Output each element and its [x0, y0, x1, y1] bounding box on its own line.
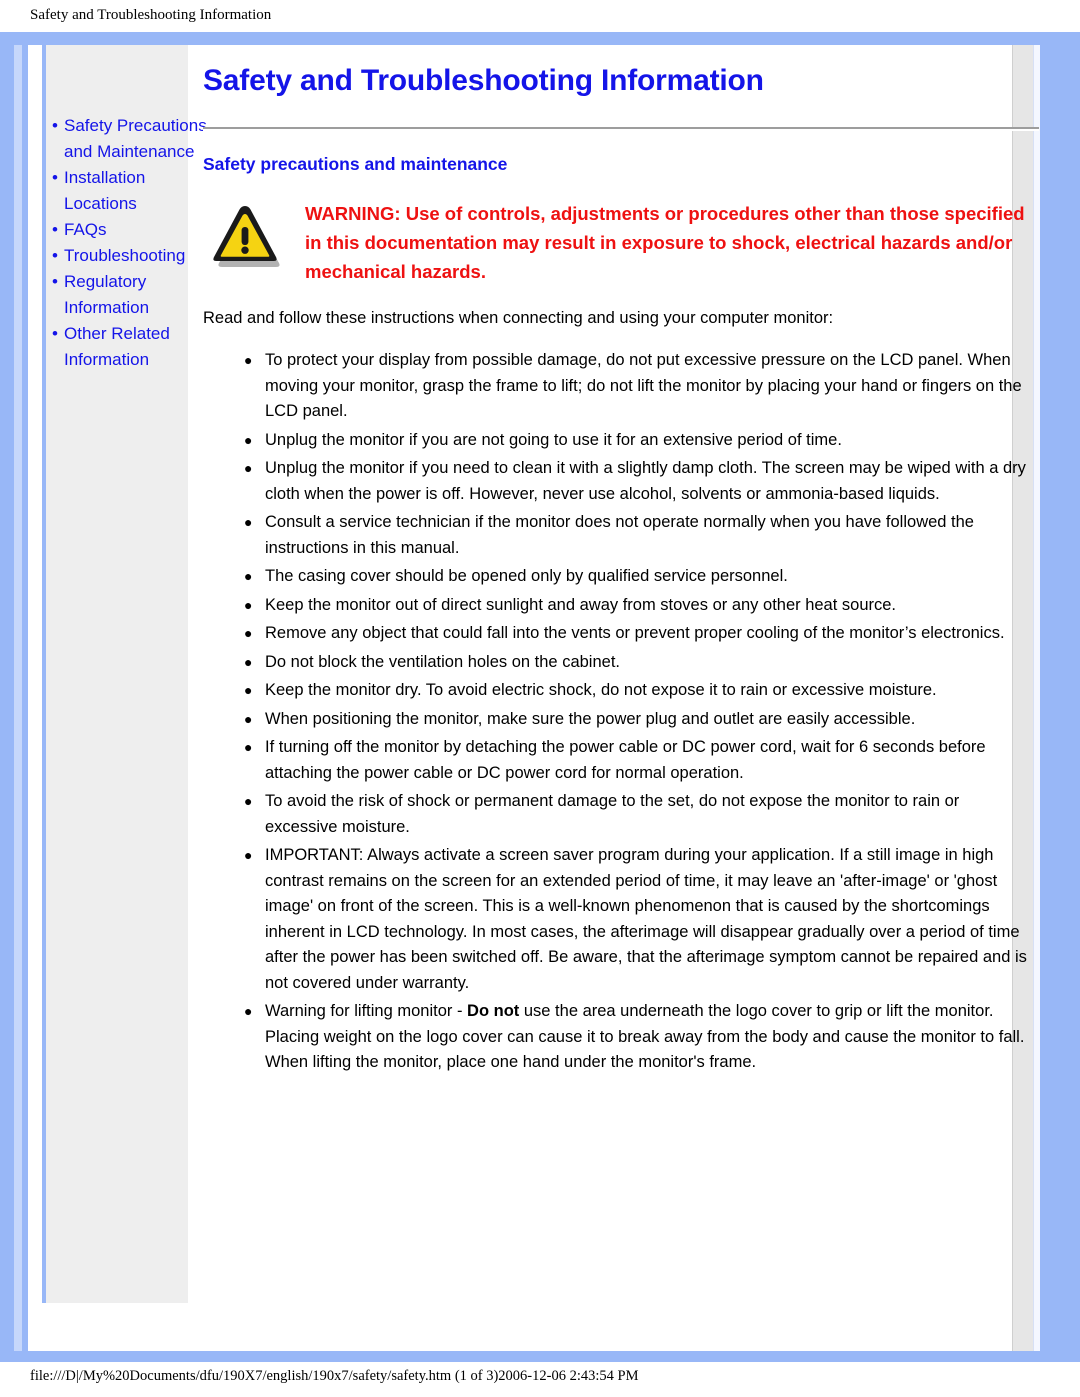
list-item-text: Remove any object that could fall into t… [265, 624, 1005, 642]
list-item: ● Remove any object that could fall into… [244, 621, 1033, 647]
list-bullet-icon: ● [244, 460, 253, 476]
list-item-text: Unplug the monitor if you are not going … [265, 430, 842, 449]
list-item-text: When positioning the monitor, make sure … [265, 709, 916, 728]
list-bullet-icon: ● [244, 514, 253, 530]
sidebar-item-safety-precautions[interactable]: • Safety Precautions and Maintenance [46, 113, 221, 165]
list-item: ● Do not block the ventilation holes on … [244, 650, 1033, 676]
sidebar-item-other-related-information[interactable]: • Other Related Information [46, 321, 221, 373]
instructions-list: ● To protect your display from possible … [203, 348, 1033, 1076]
list-item-text: Do not block the ventilation holes on th… [265, 652, 620, 671]
sidebar-link-label[interactable]: Safety Precautions and Maintenance [64, 116, 207, 161]
list-item: ● To protect your display from possible … [244, 348, 1033, 425]
sidebar-item-troubleshooting[interactable]: • Troubleshooting [46, 243, 221, 269]
list-item: ● Unplug the monitor if you are not goin… [244, 428, 1033, 454]
list-item-text: To protect your display from possible da… [265, 351, 1022, 420]
bullet-icon: • [52, 220, 58, 239]
list-item-text: Keep the monitor out of direct sunlight … [265, 595, 897, 614]
list-item: ● When positioning the monitor, make sur… [244, 707, 1033, 733]
printed-page-header: Safety and Troubleshooting Information [30, 7, 272, 23]
list-item-text: Keep the monitor dry. To avoid electric … [265, 681, 937, 699]
list-bullet-icon: ● [244, 793, 253, 809]
list-bullet-icon: ● [244, 352, 253, 368]
sidebar-item-faqs[interactable]: • FAQs [46, 217, 221, 243]
warning-triangle-icon [209, 203, 283, 271]
list-bullet-icon: ● [244, 568, 253, 584]
lifting-warning-prefix: Warning for lifting monitor - [265, 1002, 468, 1020]
warning-text: WARNING: Use of controls, adjustments or… [305, 203, 1025, 282]
printed-page-footer: file:///D|/My%20Documents/dfu/190X7/engl… [30, 1368, 639, 1384]
list-bullet-icon: ● [244, 596, 253, 613]
intro-paragraph: Read and follow these instructions when … [203, 309, 834, 327]
list-item-text: The casing cover should be opened only b… [265, 567, 788, 585]
list-item: ● To avoid the risk of shock or permanen… [244, 789, 1033, 840]
sidebar-link-label[interactable]: Installation Locations [64, 168, 145, 213]
sidebar-item-installation-locations[interactable]: • Installation Locations [46, 165, 221, 217]
list-item: ● Consult a service technician if the mo… [244, 510, 1033, 561]
sidebar-link-label[interactable]: Troubleshooting [64, 246, 185, 265]
bullet-icon: • [52, 246, 58, 265]
list-bullet-icon: ● [244, 710, 253, 727]
list-item: ● If turning off the monitor by detachin… [244, 735, 1033, 786]
list-bullet-icon: ● [244, 431, 253, 448]
page-layout: • Safety Precautions and Maintenance • I… [28, 45, 1040, 1337]
bullet-icon: • [52, 324, 58, 343]
bullet-icon: • [52, 272, 58, 291]
warning-callout: WARNING: Use of controls, adjustments or… [203, 199, 1033, 286]
list-item-text: Consult a service technician if the moni… [265, 513, 974, 557]
lifting-warning-emphasis: Do not [467, 1002, 520, 1020]
list-item: ● Unplug the monitor if you need to clea… [244, 456, 1033, 507]
list-item-text: IMPORTANT: Always activate a screen save… [265, 846, 1027, 992]
list-bullet-icon: ● [244, 847, 253, 863]
list-bullet-icon: ● [244, 653, 253, 670]
list-item: ● Keep the monitor dry. To avoid electri… [244, 678, 1033, 704]
main-content: Safety and Troubleshooting Information S… [203, 45, 1039, 1079]
title-divider [203, 127, 1039, 131]
list-bullet-icon: ● [244, 682, 253, 698]
list-item-text: Unplug the monitor if you need to clean … [265, 459, 1026, 503]
list-bullet-icon: ● [244, 625, 253, 641]
sidebar-link-label[interactable]: Other Related Information [64, 324, 170, 369]
list-bullet-icon: ● [244, 739, 253, 755]
sidebar-item-regulatory-information[interactable]: • Regulatory Information [46, 269, 221, 321]
sidebar-navigation: • Safety Precautions and Maintenance • I… [42, 45, 207, 1303]
section-heading: Safety precautions and maintenance [203, 154, 508, 174]
list-item-text: To avoid the risk of shock or permanent … [265, 792, 960, 836]
page-title: Safety and Troubleshooting Information [203, 64, 764, 97]
list-item: ● The casing cover should be opened only… [244, 564, 1033, 590]
list-bullet-icon: ● [244, 1003, 253, 1019]
list-item: ● Keep the monitor out of direct sunligh… [244, 593, 1033, 619]
frame-left-rail-highlight [14, 45, 22, 1351]
sidebar-link-label[interactable]: FAQs [64, 220, 107, 239]
sidebar-link-list: • Safety Precautions and Maintenance • I… [46, 113, 221, 373]
sidebar-link-label[interactable]: Regulatory Information [64, 272, 149, 317]
list-item-text: If turning off the monitor by detaching … [265, 738, 986, 782]
list-item: ● IMPORTANT: Always activate a screen sa… [244, 843, 1033, 996]
bullet-icon: • [52, 168, 58, 187]
bullet-icon: • [52, 116, 58, 135]
list-item-lifting-warning: ● Warning for lifting monitor - Do not u… [244, 999, 1033, 1076]
